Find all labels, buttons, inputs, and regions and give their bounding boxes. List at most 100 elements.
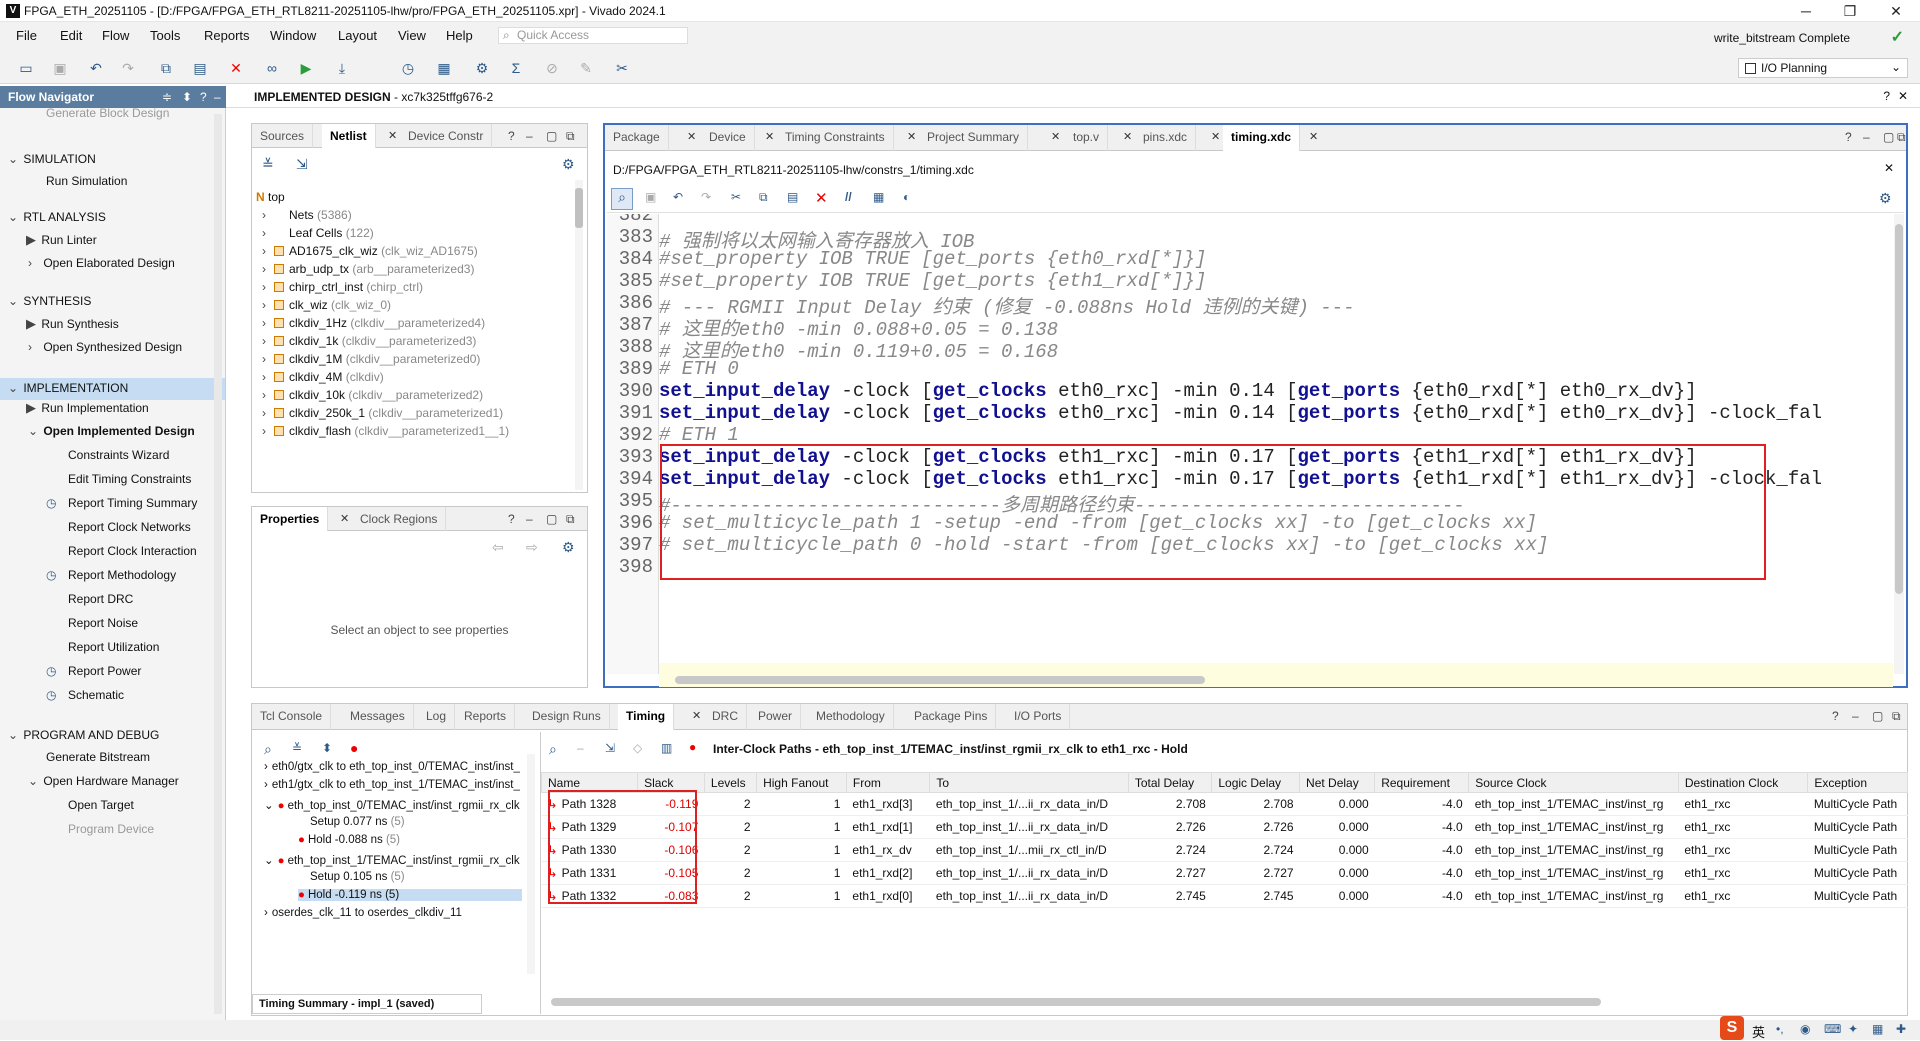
tab-design-runs[interactable]: Design Runs — [524, 704, 610, 730]
expand-icon[interactable]: ⬍ — [182, 90, 192, 104]
tab-log[interactable]: Log — [418, 704, 456, 730]
float-panel-icon[interactable]: ⧉ — [1892, 709, 1901, 724]
comment-icon[interactable]: // — [845, 190, 852, 204]
column-header[interactable]: Total Delay — [1127, 772, 1213, 793]
undo-icon[interactable]: ↶ — [86, 58, 106, 78]
delete-icon[interactable]: ✕ — [815, 189, 828, 207]
edit-icon[interactable]: ✎ — [576, 58, 596, 78]
ime-logo-icon[interactable]: S — [1720, 1016, 1744, 1040]
save-icon[interactable]: ▣ — [50, 58, 70, 78]
netlist-row[interactable]: › clkdiv_1M (clkdiv__parameterized0) — [262, 352, 480, 366]
schematic-icon[interactable]: ◇ — [633, 741, 642, 755]
column-header[interactable]: Logic Delay — [1211, 772, 1301, 793]
flow-item-report-clock-networks[interactable]: Report Clock Networks — [68, 520, 191, 534]
delete-icon[interactable]: ✕ — [226, 58, 246, 78]
template-icon[interactable]: ▦ — [873, 190, 884, 204]
help-icon[interactable]: ? — [508, 129, 515, 143]
tab-timing[interactable]: Timing — [618, 704, 675, 730]
flow-item-simulation[interactable]: ⌄ SIMULATION — [8, 152, 96, 166]
settings-icon[interactable]: ⚙ — [1879, 190, 1892, 207]
tab-methodology[interactable]: Methodology — [808, 704, 894, 730]
close-icon[interactable]: ✕ — [907, 130, 916, 143]
close-icon[interactable]: ✕ — [1051, 130, 1060, 143]
flow-item-open-implemented-design[interactable]: ⌄ Open Implemented Design — [28, 424, 195, 438]
flow-item-implementation[interactable]: ⌄ IMPLEMENTATION — [0, 378, 225, 400]
mic-icon[interactable]: ◉ — [1800, 1022, 1810, 1036]
search-icon[interactable]: ⌕ — [549, 741, 557, 758]
netlist-row[interactable]: › AD1675_clk_wiz (clk_wiz_AD1675) — [262, 244, 478, 258]
maximize-panel-icon[interactable]: ▢ — [1883, 130, 1894, 144]
table-row[interactable]: ↳ Path 1332 -0.083 2 1 eth1_rxd[0] eth_top_ins… — [541, 884, 1908, 908]
flow-item-synthesis[interactable]: ⌄ SYNTHESIS — [8, 294, 91, 308]
column-header[interactable]: From — [845, 772, 931, 793]
menu-tools[interactable]: Tools — [150, 28, 180, 43]
flow-item-generate-bitstream[interactable]: Generate Bitstream — [46, 750, 150, 764]
menu-reports[interactable]: Reports — [204, 28, 250, 43]
search-icon[interactable]: ⌕ — [611, 188, 633, 210]
help-icon[interactable]: ? — [1832, 709, 1839, 723]
paste-icon[interactable]: ▤ — [787, 190, 798, 204]
column-header[interactable]: Exception — [1807, 772, 1908, 793]
vertical-scrollbar[interactable] — [1894, 214, 1904, 674]
open-icon[interactable]: ▭ — [16, 58, 36, 78]
forward-icon[interactable]: ⇨ — [526, 539, 538, 556]
menu-help[interactable]: Help — [446, 28, 473, 43]
column-header[interactable]: To — [929, 772, 1129, 793]
netlist-row[interactable]: › arb_udp_tx (arb__parameterized3) — [262, 262, 474, 276]
disabled-icon[interactable]: ⊘ — [542, 58, 562, 78]
minimize-panel-icon[interactable]: – — [526, 129, 533, 143]
netlist-row[interactable]: › clkdiv_flash (clkdiv__parameterized1__1… — [262, 424, 509, 438]
tool-icon[interactable]: ✂ — [612, 58, 632, 78]
flow-item-run-linter[interactable]: ▶ Run Linter — [26, 232, 97, 248]
flow-item-report-methodology[interactable]: ◷ Report Methodology — [46, 568, 176, 582]
table-row[interactable]: ↳ Path 1329 -0.107 2 1 eth1_rxd[1] eth_top_ins… — [541, 815, 1908, 839]
maximize-panel-icon[interactable]: ▢ — [1872, 709, 1883, 723]
menu-flow[interactable]: Flow — [102, 28, 129, 43]
flow-item-report-clock-interaction[interactable]: Report Clock Interaction — [68, 544, 197, 558]
column-header[interactable]: Requirement — [1374, 772, 1470, 793]
float-panel-icon[interactable]: ⧉ — [566, 129, 575, 144]
menu-edit[interactable]: Edit — [60, 28, 82, 43]
undo-icon[interactable]: ↶ — [673, 190, 683, 204]
flow-item-rtl-analysis[interactable]: ⌄ RTL ANALYSIS — [8, 210, 106, 224]
redo-icon[interactable]: ↷ — [701, 190, 711, 204]
netlist-row[interactable]: › clkdiv_1Hz (clkdiv__parameterized4) — [262, 316, 485, 330]
help-icon[interactable]: ? — [508, 512, 515, 526]
netlist-row[interactable]: › clkdiv_10k (clkdiv__parameterized2) — [262, 388, 483, 402]
netlist-row[interactable]: › chirp_ctrl_inst (chirp_ctrl) — [262, 280, 423, 294]
horizontal-scrollbar[interactable] — [675, 676, 1205, 684]
flow-item-run-implementation[interactable]: ▶ Run Implementation — [26, 400, 149, 416]
flow-item-run-synthesis[interactable]: ▶ Run Synthesis — [26, 316, 119, 332]
float-panel-icon[interactable]: ⧉ — [1897, 130, 1906, 145]
scrollbar[interactable] — [527, 754, 535, 974]
tab-io-ports[interactable]: I/O Ports — [1006, 704, 1071, 730]
timing-check-item[interactable]: ● Hold -0.088 ns (5) — [298, 834, 522, 846]
tab-reports[interactable]: Reports — [456, 704, 516, 730]
close-icon[interactable]: ✕ — [1123, 130, 1132, 143]
toolbox-icon[interactable]: ▦ — [1872, 1022, 1883, 1036]
tab-timing-xdc[interactable]: timing.xdc — [1223, 125, 1301, 151]
help-icon[interactable]: ? — [200, 90, 207, 104]
copy-icon[interactable]: ⧉ — [759, 190, 768, 205]
tab-top-v[interactable]: top.v — [1065, 125, 1109, 151]
tab-messages[interactable]: Messages — [342, 704, 414, 730]
cells-icon[interactable]: ∞ — [262, 58, 282, 78]
maximize-panel-icon[interactable]: ▢ — [546, 129, 557, 143]
cut-icon[interactable]: ✂ — [731, 190, 741, 204]
minus-icon[interactable]: – — [577, 741, 584, 755]
tab-netlist[interactable]: Netlist — [322, 124, 376, 148]
tab-device-constraints[interactable]: Device Constr — [400, 124, 493, 148]
minimize-panel-icon[interactable]: – — [526, 512, 533, 526]
tab-device[interactable]: Device — [701, 125, 755, 151]
paste-icon[interactable]: ▤ — [190, 58, 210, 78]
keyboard-icon[interactable]: ⌨ — [1824, 1022, 1841, 1036]
column-header[interactable]: Levels — [703, 772, 758, 793]
column-header[interactable]: Destination Clock — [1677, 772, 1809, 793]
more-icon[interactable]: ✚ — [1896, 1022, 1906, 1036]
timer-icon[interactable]: ◷ — [398, 58, 418, 78]
netlist-row[interactable]: › clkdiv_1k (clkdiv__parameterized3) — [262, 334, 476, 348]
close-icon[interactable]: ✕ — [388, 129, 397, 142]
tab-power[interactable]: Power — [750, 704, 802, 730]
layout-select[interactable]: I/O Planning ⌄ — [1738, 58, 1908, 78]
menu-view[interactable]: View — [398, 28, 426, 43]
